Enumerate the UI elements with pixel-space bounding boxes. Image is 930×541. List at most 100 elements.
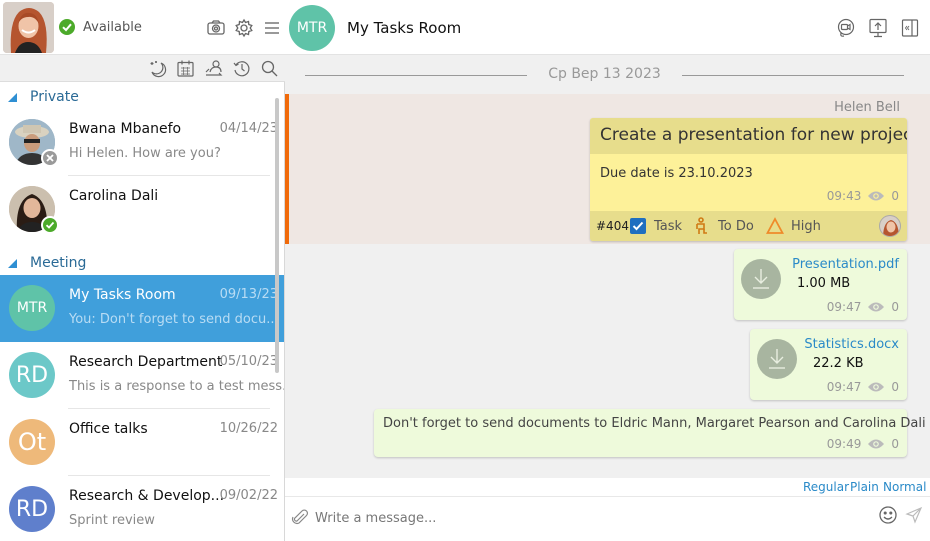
history-icon[interactable] (232, 59, 251, 78)
chat-date: 09/02/22 (219, 488, 278, 503)
chat-preview: Sprint review (69, 513, 155, 528)
camera-icon[interactable] (206, 18, 226, 38)
task-footer: #404 Task To Do High (590, 211, 907, 241)
emoji-icon[interactable] (878, 505, 898, 525)
download-icon[interactable] (757, 339, 797, 379)
avatar: RD (9, 486, 55, 532)
format-style-link[interactable]: Regular (803, 480, 849, 494)
view-count: 0 (891, 380, 899, 394)
list-scrollbar[interactable] (275, 98, 279, 373)
gear-icon[interactable] (234, 18, 254, 38)
message-sender: Helen Bell (834, 100, 900, 115)
attach-paperclip-icon[interactable] (291, 509, 309, 527)
format-mode-link[interactable]: Plain (850, 480, 879, 494)
eye-icon (868, 302, 885, 312)
chat-name: Research Department (69, 354, 223, 370)
chat-item-bwana-mbanefo[interactable]: Bwana Mbanefo 04/14/23 Hi Helen. How are… (0, 109, 284, 176)
download-icon[interactable] (741, 259, 781, 299)
message-meta: 09:49 0 (827, 437, 899, 451)
chat-header: MTR My Tasks Room (285, 0, 930, 55)
available-status-icon (41, 216, 59, 234)
message-meta: 09:47 0 (827, 300, 899, 314)
message-time: 09:47 (826, 300, 862, 314)
chat-item-my-tasks-room[interactable]: MTR My Tasks Room 09/13/23 You: Don't fo… (0, 275, 284, 342)
group-label: Meeting (30, 255, 87, 271)
chat-date: 09/13/23 (219, 287, 278, 302)
chat-name: Bwana Mbanefo (69, 121, 182, 137)
user-header: Available (0, 0, 285, 55)
chat-name: Office talks (69, 421, 148, 437)
conversations-pane: Available Private Bwana Mbanefo 04/14/23… (0, 0, 285, 541)
tools-toolbar (0, 55, 285, 82)
avatar: Ot (9, 419, 55, 465)
format-size-link[interactable]: Normal (883, 480, 926, 494)
chat-name: Carolina Dali (69, 188, 159, 204)
date-separator: Cp Bep 13 2023 (305, 66, 904, 86)
chat-name: Research & Develop... (69, 488, 225, 504)
eye-icon (868, 191, 885, 201)
conversation-list: Private Bwana Mbanefo 04/14/23 Hi Helen.… (0, 83, 284, 541)
chat-item-office-talks[interactable]: Ot Office talks 10/26/22 (0, 409, 284, 476)
message-input[interactable] (315, 507, 855, 529)
chat-pane: MTR My Tasks Room Cp Bep 13 2023 Helen B… (285, 0, 930, 541)
message-meta: 09:47 0 (827, 380, 899, 394)
chat-preview: You: Don't forget to send docu... (69, 312, 279, 327)
screen-share-icon[interactable] (867, 17, 889, 39)
file-message[interactable]: Presentation.pdf 1.00 MB 09:47 0 (734, 249, 907, 320)
task-status-icon (694, 217, 708, 235)
room-avatar[interactable]: MTR (289, 5, 335, 51)
collapse-triangle-icon (8, 259, 17, 268)
chat-item-research-department[interactable]: RD Research Department 05/10/23 This is … (0, 342, 284, 409)
menu-icon[interactable] (262, 18, 282, 38)
chat-date: 10/26/22 (219, 421, 278, 436)
task-card[interactable]: Create a presentation for new project Du… (590, 118, 907, 241)
text-message[interactable]: Don't forget to send documents to Eldric… (374, 409, 926, 457)
view-count: 0 (891, 437, 899, 451)
calendar-icon[interactable] (176, 59, 195, 78)
task-checkbox-icon (630, 218, 646, 234)
task-status[interactable]: To Do (718, 219, 754, 234)
video-call-icon[interactable] (835, 17, 857, 39)
divider (682, 75, 904, 76)
available-status-icon (59, 19, 75, 35)
file-name-link[interactable]: Presentation.pdf (792, 257, 899, 272)
chat-item-carolina-dali[interactable]: Carolina Dali (0, 176, 284, 243)
date-label: Cp Bep 13 2023 (548, 66, 661, 82)
task-description: Due date is 23.10.2023 (600, 166, 753, 181)
file-size: 1.00 MB (797, 276, 851, 291)
file-size: 22.2 KB (813, 356, 864, 371)
contacts-transfer-icon[interactable] (204, 59, 223, 78)
chat-preview: Hi Helen. How are you? (69, 146, 221, 161)
group-meeting-header[interactable]: Meeting (0, 251, 284, 275)
send-icon[interactable] (905, 506, 923, 524)
compose-bar (285, 497, 930, 541)
task-priority[interactable]: High (791, 219, 821, 234)
file-message[interactable]: Statistics.docx 22.2 KB 09:47 0 (750, 329, 907, 400)
collapse-triangle-icon (8, 93, 17, 102)
search-icon[interactable] (260, 59, 279, 78)
task-id[interactable]: #404 (596, 219, 629, 233)
chat-item-research-development[interactable]: RD Research & Develop... 09/02/22 Sprint… (0, 476, 284, 541)
message-meta: 09:43 0 (827, 189, 899, 203)
avatar: MTR (9, 285, 55, 331)
user-status-label[interactable]: Available (83, 20, 142, 35)
task-message-row: Helen Bell Create a presentation for new… (285, 94, 930, 244)
message-body: Don't forget to send documents to Eldric… (383, 416, 926, 431)
room-title[interactable]: My Tasks Room (347, 19, 461, 37)
user-avatar[interactable] (3, 2, 54, 53)
group-label: Private (30, 89, 79, 105)
chat-name: My Tasks Room (69, 287, 176, 303)
dnd-moon-icon[interactable] (148, 59, 167, 78)
offline-status-icon (41, 149, 59, 167)
assignee-avatar[interactable] (879, 215, 901, 237)
eye-icon (868, 382, 885, 392)
priority-high-icon (765, 217, 785, 235)
file-name-link[interactable]: Statistics.docx (804, 337, 899, 352)
format-bar: Regular Plain Normal (285, 478, 930, 497)
collapse-panel-icon[interactable] (899, 17, 921, 39)
message-time: 09:43 (826, 189, 862, 203)
chat-date: 05/10/23 (219, 354, 278, 369)
chat-preview: This is a response to a test mess... (69, 379, 284, 394)
group-private-header[interactable]: Private (0, 85, 284, 109)
unread-accent-bar (285, 94, 289, 244)
